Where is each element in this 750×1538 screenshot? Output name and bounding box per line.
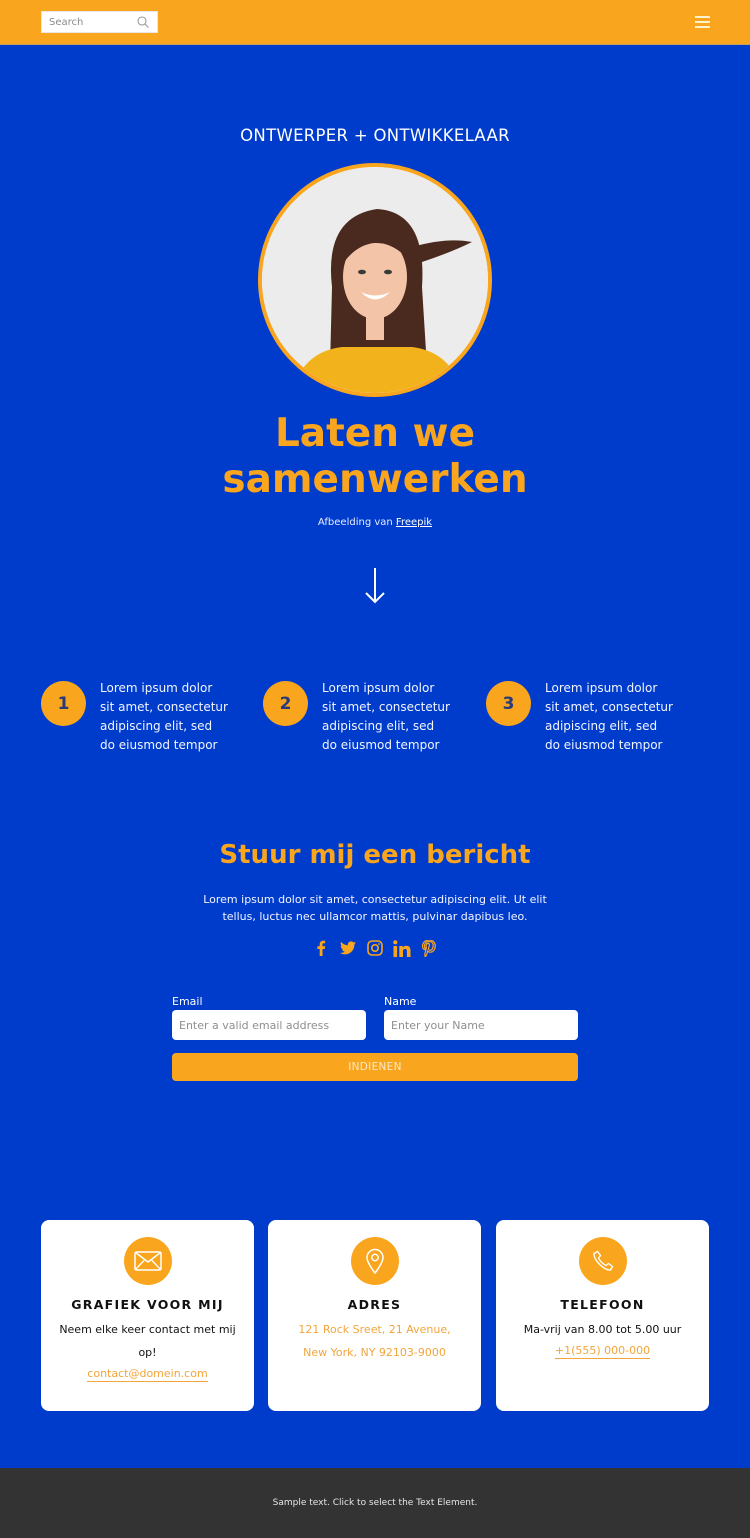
pinterest-icon[interactable] (420, 939, 438, 957)
step-text: Lorem ipsum dolor sit amet, consectetur … (322, 681, 450, 752)
name-field-group: Name (384, 995, 578, 1040)
hamburger-line (695, 16, 710, 18)
step-number-badge: 2 (263, 681, 308, 726)
info-cards: GRAFIEK VOOR MIJ Neem elke keer contact … (0, 1220, 750, 1468)
phone-icon (578, 1237, 627, 1285)
arrow-down-icon[interactable] (363, 565, 387, 607)
instagram-icon[interactable] (366, 939, 384, 957)
card-text: 121 Rock Sreet, 21 Avenue, New York, NY … (268, 1318, 481, 1364)
card-title: TELEFOON (560, 1297, 645, 1312)
name-input[interactable] (384, 1010, 578, 1040)
portrait-image (258, 163, 492, 397)
name-label: Name (384, 995, 417, 1008)
step-item: 2 Lorem ipsum dolor sit amet, consectetu… (263, 679, 473, 755)
social-links (312, 939, 438, 957)
card-text: Ma-vrij van 8.00 tot 5.00 uur (523, 1323, 682, 1336)
step-text: Lorem ipsum dolor sit amet, consectetur … (100, 681, 228, 752)
envelope-icon (123, 1237, 172, 1285)
contact-section: Stuur mij een bericht Lorem ipsum dolor … (0, 840, 750, 1220)
contact-title: Stuur mij een bericht (219, 840, 531, 870)
search-box[interactable] (41, 11, 158, 33)
search-icon[interactable] (136, 15, 150, 29)
footer-text[interactable]: Sample text. Click to select the Text El… (273, 1498, 478, 1508)
email-field-group: Email (172, 995, 366, 1040)
image-credit: Afbeelding van Freepik (0, 517, 750, 528)
hamburger-line (695, 21, 710, 23)
step-text: Lorem ipsum dolor sit amet, consectetur … (545, 681, 673, 752)
step-number-badge: 1 (41, 681, 86, 726)
portrait-illustration (262, 167, 488, 393)
card-title: GRAFIEK VOOR MIJ (71, 1297, 224, 1312)
search-input[interactable] (42, 16, 134, 28)
info-card-address: ADRES 121 Rock Sreet, 21 Avenue, New Yor… (268, 1220, 481, 1411)
step-item: 3 Lorem ipsum dolor sit amet, consectetu… (486, 679, 696, 755)
contact-lead: Lorem ipsum dolor sit amet, consectetur … (203, 893, 547, 923)
hero-headline: Laten we samenwerken (0, 411, 750, 503)
steps-section: 1 Lorem ipsum dolor sit amet, consectetu… (0, 635, 750, 795)
submit-button[interactable]: INDIENEN (172, 1053, 578, 1081)
step-number-badge: 3 (486, 681, 531, 726)
map-pin-icon (350, 1237, 399, 1285)
address-line-2: New York, NY 92103-9000 (303, 1346, 446, 1359)
hero-section: ONTWERPER + ONTWIKKELAAR Laten we samenw… (0, 45, 750, 635)
address-line-1: 121 Rock Sreet, 21 Avenue, (298, 1323, 451, 1336)
headline-line-2: samenwerken (222, 457, 528, 502)
info-card-email: GRAFIEK VOOR MIJ Neem elke keer contact … (41, 1220, 254, 1411)
info-card-phone: TELEFOON Ma-vrij van 8.00 tot 5.00 uur +… (496, 1220, 709, 1411)
email-link[interactable]: contact@domein.com (87, 1367, 208, 1382)
top-bar (0, 0, 750, 45)
phone-link[interactable]: +1(555) 000-000 (554, 1344, 651, 1359)
email-label: Email (172, 995, 203, 1008)
hamburger-line (695, 26, 710, 28)
freepik-link[interactable]: Freepik (396, 517, 432, 528)
facebook-icon[interactable] (312, 939, 330, 957)
card-text: Neem elke keer contact met mij op! (59, 1323, 236, 1359)
headline-line-1: Laten we (274, 411, 476, 456)
footer: Sample text. Click to select the Text El… (0, 1468, 750, 1538)
card-title: ADRES (347, 1297, 402, 1312)
step-item: 1 Lorem ipsum dolor sit amet, consectetu… (41, 679, 251, 755)
hamburger-menu-icon[interactable] (695, 16, 710, 28)
hero-eyebrow: ONTWERPER + ONTWIKKELAAR (240, 126, 510, 145)
email-input[interactable] (172, 1010, 366, 1040)
linkedin-icon[interactable] (393, 939, 411, 957)
credit-prefix: Afbeelding van (317, 517, 396, 528)
twitter-icon[interactable] (339, 939, 357, 957)
